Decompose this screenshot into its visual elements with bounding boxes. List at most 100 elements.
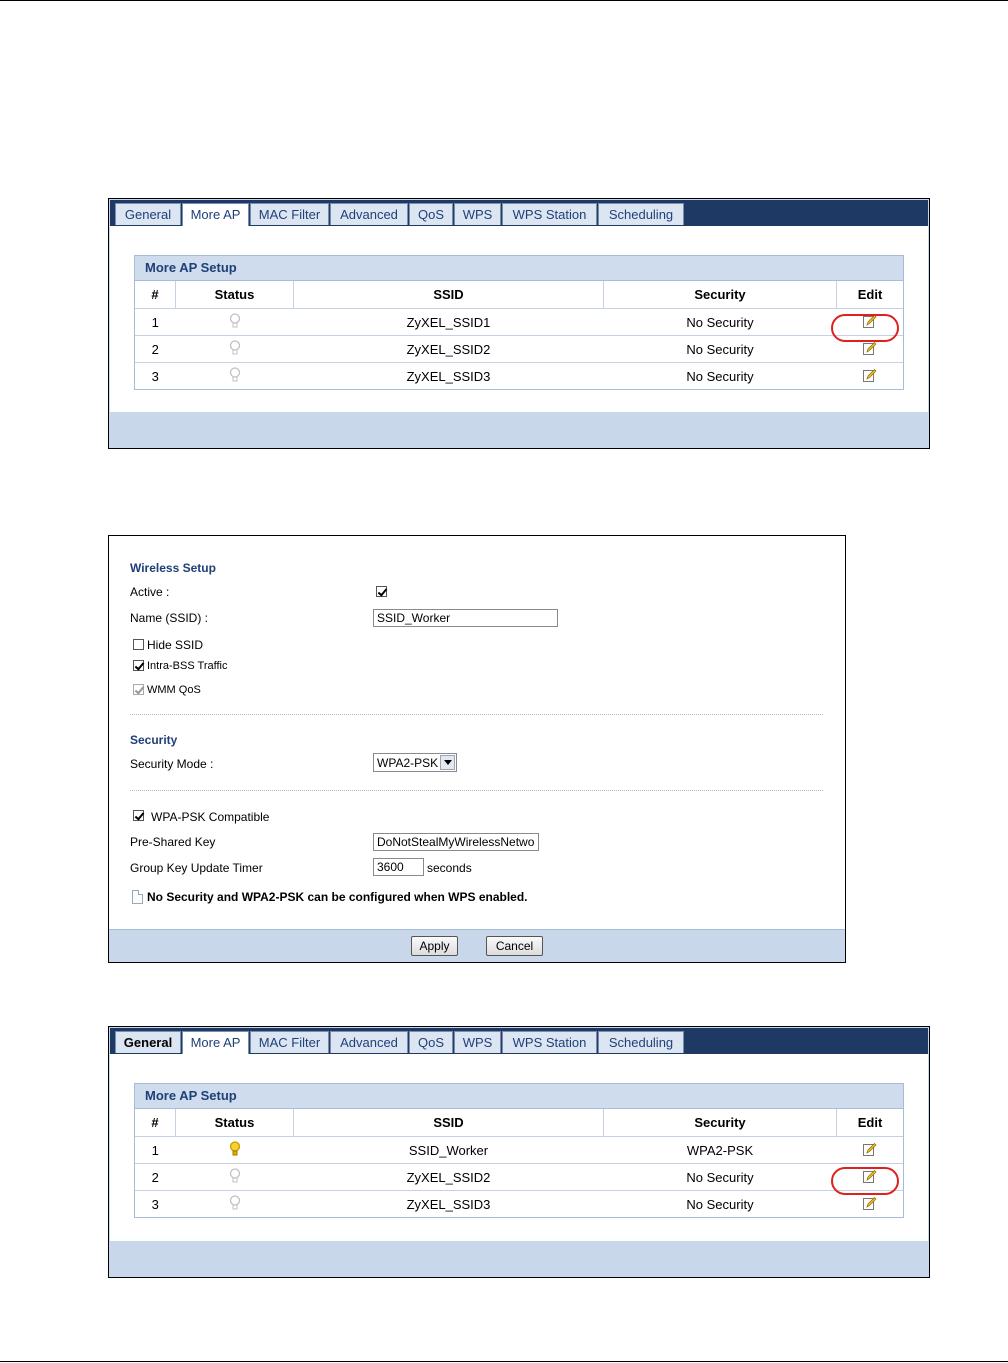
more-ap-setup-section: More AP Setup # Status SSID Security Edi… bbox=[134, 255, 904, 390]
row-security: No Security bbox=[686, 368, 754, 384]
wmm-qos-label: WMM QoS bbox=[147, 684, 201, 696]
security-title: Security bbox=[130, 733, 178, 747]
row-ssid: ZyXEL_SSID2 bbox=[293, 1163, 604, 1191]
table-row: 2 ZyXEL_SSID2 No Security bbox=[135, 1163, 903, 1191]
more-ap-table: # Status SSID Security Edit 1 SSID_Worke… bbox=[135, 1109, 903, 1217]
name-ssid-label: Name (SSID) : bbox=[130, 611, 209, 625]
wireless-setup-form: Wireless Setup Active : Name (SSID) : Hi… bbox=[108, 535, 846, 963]
row-security: No Security bbox=[686, 1196, 754, 1212]
row-num: 1 bbox=[135, 1136, 176, 1164]
group-key-label: Group Key Update Timer bbox=[130, 861, 263, 875]
bulb-off-icon bbox=[229, 312, 241, 332]
table-row: 3 ZyXEL_SSID3 No Security bbox=[135, 363, 903, 390]
row-security: No Security bbox=[603, 1163, 837, 1191]
intra-bss-label: Intra-BSS Traffic bbox=[147, 660, 228, 672]
psk-input[interactable] bbox=[373, 833, 539, 851]
active-checkbox[interactable] bbox=[376, 586, 387, 597]
tab-wps-station[interactable]: WPS Station bbox=[502, 1031, 597, 1053]
section-title: More AP Setup bbox=[135, 1084, 903, 1109]
row-ssid: ZyXEL_SSID2 bbox=[293, 335, 604, 363]
bulb-on-icon bbox=[229, 1140, 241, 1160]
section-title: More AP Setup bbox=[135, 256, 903, 281]
apply-button[interactable]: Apply bbox=[411, 936, 458, 956]
col-header-ssid: SSID bbox=[293, 1109, 604, 1137]
panel-body: More AP Setup # Status SSID Security Edi… bbox=[110, 226, 928, 412]
highlight-callout bbox=[831, 1167, 899, 1195]
table-row: 3 ZyXEL_SSID3 No Security bbox=[135, 1191, 903, 1218]
tab-mac-filter[interactable]: MAC Filter bbox=[250, 203, 329, 225]
table-row: 2 ZyXEL_SSID2 No Security bbox=[135, 335, 903, 363]
row-ssid: ZyXEL_SSID1 bbox=[293, 308, 604, 336]
tab-qos[interactable]: QoS bbox=[409, 1031, 453, 1053]
more-ap-panel-after: General More AP MAC Filter Advanced QoS … bbox=[108, 1026, 930, 1278]
row-ssid: ZyXEL_SSID3 bbox=[406, 1196, 491, 1212]
table-row: 1 ZyXEL_SSID1 No Security bbox=[135, 308, 903, 336]
chevron-down-icon bbox=[440, 755, 455, 770]
wpa-psk-compatible-checkbox[interactable] bbox=[133, 810, 144, 821]
top-rule bbox=[0, 0, 1008, 1]
bulb-off-icon bbox=[229, 1167, 241, 1187]
row-num: 3 bbox=[151, 368, 159, 384]
more-ap-setup-section: More AP Setup # Status SSID Security Edi… bbox=[134, 1083, 904, 1218]
more-ap-panel-before: General More AP MAC Filter Advanced QoS … bbox=[108, 198, 930, 449]
table-row: 1 SSID_Worker WPA2-PSK bbox=[135, 1136, 903, 1164]
col-header-status: Status bbox=[175, 1109, 294, 1137]
tab-wps[interactable]: WPS bbox=[454, 1031, 501, 1053]
security-mode-label: Security Mode : bbox=[130, 757, 214, 771]
bulb-off-icon bbox=[229, 339, 241, 359]
tab-more-ap[interactable]: More AP bbox=[182, 1031, 249, 1055]
wps-note: No Security and WPA2-PSK can be configur… bbox=[147, 890, 528, 904]
edit-icon[interactable] bbox=[862, 1142, 877, 1159]
tab-wps[interactable]: WPS bbox=[454, 203, 501, 225]
wireless-setup-title: Wireless Setup bbox=[130, 561, 216, 575]
tab-advanced[interactable]: Advanced bbox=[330, 1031, 408, 1053]
form-footer: Apply Cancel bbox=[109, 929, 845, 962]
tab-qos[interactable]: QoS bbox=[409, 203, 453, 225]
edit-icon[interactable] bbox=[862, 368, 877, 385]
row-num: 3 bbox=[151, 1196, 159, 1212]
row-ssid: SSID_Worker bbox=[293, 1136, 604, 1164]
group-key-input[interactable] bbox=[373, 858, 424, 876]
divider bbox=[130, 714, 823, 715]
security-mode-value: WPA2-PSK bbox=[377, 756, 439, 770]
col-header-status: Status bbox=[175, 281, 294, 309]
col-header-security: Security bbox=[603, 281, 837, 309]
bulb-off-icon bbox=[229, 1194, 241, 1214]
hide-ssid-checkbox[interactable] bbox=[133, 639, 144, 650]
tab-scheduling[interactable]: Scheduling bbox=[598, 203, 684, 225]
row-num: 2 bbox=[135, 335, 176, 363]
col-header-security: Security bbox=[603, 1109, 837, 1137]
col-header-edit: Edit bbox=[836, 281, 903, 309]
row-security: WPA2-PSK bbox=[603, 1136, 837, 1164]
edit-icon[interactable] bbox=[862, 1196, 877, 1213]
psk-label: Pre-Shared Key bbox=[130, 835, 216, 849]
tab-general[interactable]: General bbox=[115, 1031, 181, 1053]
panel-body: More AP Setup # Status SSID Security Edi… bbox=[110, 1054, 928, 1241]
col-header-ssid: SSID bbox=[293, 281, 604, 309]
edit-icon[interactable] bbox=[862, 341, 877, 358]
security-mode-select[interactable]: WPA2-PSK bbox=[373, 753, 457, 772]
row-security: No Security bbox=[603, 308, 837, 336]
tab-wps-station[interactable]: WPS Station bbox=[502, 203, 597, 225]
col-header-num: # bbox=[135, 281, 176, 309]
wpa-psk-compatible-label: WPA-PSK Compatible bbox=[151, 810, 270, 824]
col-header-edit: Edit bbox=[836, 1109, 903, 1137]
row-num: 1 bbox=[135, 308, 176, 336]
tab-bar: General More AP MAC Filter Advanced QoS … bbox=[110, 200, 928, 227]
tab-scheduling[interactable]: Scheduling bbox=[598, 1031, 684, 1053]
tab-more-ap[interactable]: More AP bbox=[182, 203, 249, 227]
bottom-rule bbox=[0, 1361, 1008, 1362]
tab-mac-filter[interactable]: MAC Filter bbox=[250, 1031, 329, 1053]
more-ap-table: # Status SSID Security Edit 1 ZyXEL_SSID… bbox=[135, 281, 903, 389]
tab-general[interactable]: General bbox=[115, 203, 181, 225]
highlight-callout bbox=[831, 314, 899, 342]
divider bbox=[130, 790, 823, 791]
note-icon bbox=[132, 890, 143, 904]
name-ssid-input[interactable] bbox=[373, 609, 558, 627]
cancel-button[interactable]: Cancel bbox=[486, 936, 543, 956]
row-num: 2 bbox=[135, 1163, 176, 1191]
wmm-qos-checkbox bbox=[133, 684, 144, 695]
seconds-label: seconds bbox=[427, 861, 472, 875]
intra-bss-checkbox[interactable] bbox=[133, 660, 144, 671]
tab-advanced[interactable]: Advanced bbox=[330, 203, 408, 225]
